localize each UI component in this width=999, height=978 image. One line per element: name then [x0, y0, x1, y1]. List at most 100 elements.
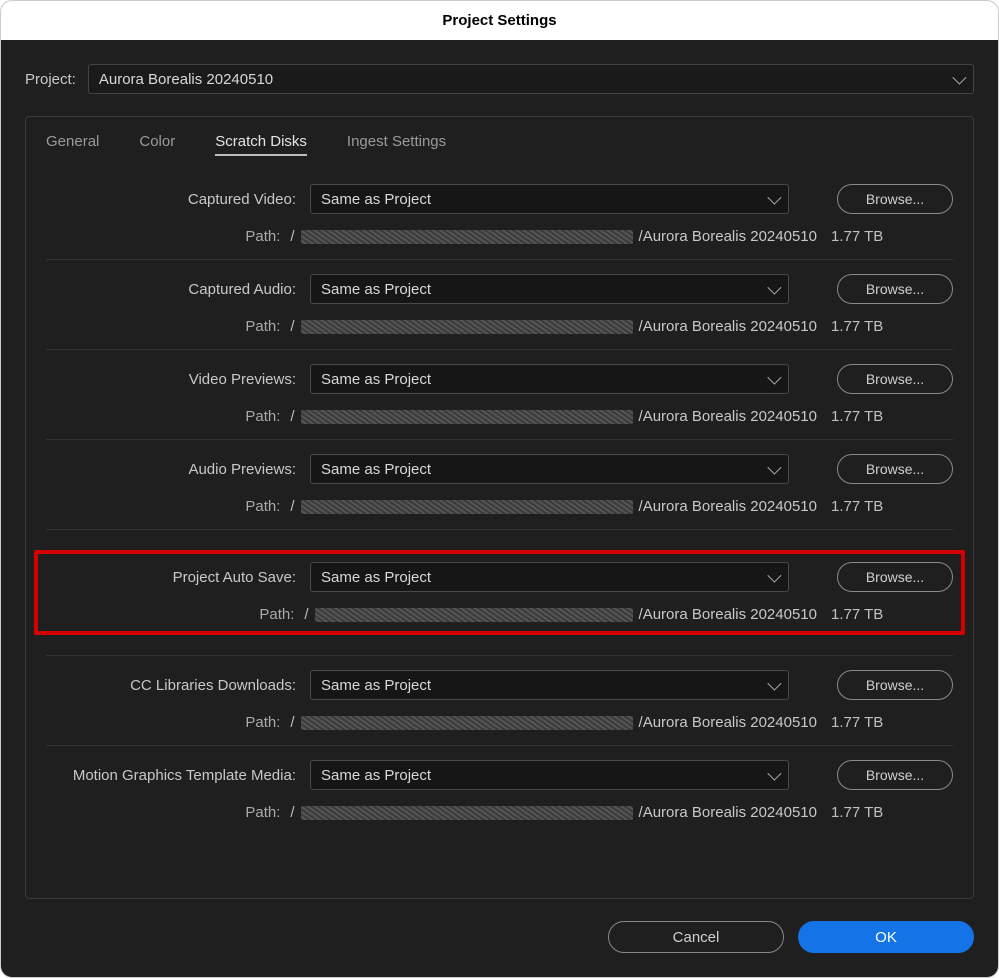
redacted-path-segment — [301, 410, 633, 424]
setting-row: CC Libraries Downloads: Same as Project Br… — [46, 670, 953, 700]
path-tail: /Aurora Borealis 20240510 — [639, 228, 817, 245]
browse-button[interactable]: Browse... — [837, 364, 953, 394]
tab-general[interactable]: General — [46, 133, 99, 156]
project-label: Project: — [25, 71, 76, 88]
location-select-value: Same as Project — [321, 191, 431, 208]
project-row: Project: Aurora Borealis 20240510 — [25, 64, 974, 94]
dialog-footer: Cancel OK — [25, 899, 974, 953]
location-select[interactable]: Same as Project — [310, 454, 789, 484]
chevron-down-icon — [767, 461, 781, 475]
redacted-path-segment — [301, 230, 633, 244]
scratch-section: Motion Graphics Template Media: Same as P… — [46, 745, 953, 835]
path-row: Path://Aurora Borealis 202405101.77 TB — [46, 408, 953, 425]
ok-button[interactable]: OK — [798, 921, 974, 953]
path-row: Path: / /Aurora Borealis 20240510 1.77 TB — [46, 228, 953, 245]
setting-row: Captured Audio:Same as ProjectBrowse... — [46, 274, 953, 304]
path-slash: / — [286, 408, 294, 425]
setting-row: Motion Graphics Template Media: Same as P… — [46, 760, 953, 790]
chevron-down-icon — [767, 191, 781, 205]
section-inner: Captured Audio:Same as ProjectBrowse...P… — [46, 274, 953, 335]
path-slash: / — [286, 804, 294, 821]
path-row: Path://Aurora Borealis 202405101.77 TB — [46, 498, 953, 515]
path-slash: / — [286, 318, 294, 335]
project-select[interactable]: Aurora Borealis 20240510 — [88, 64, 974, 94]
path-label: Path: — [46, 408, 280, 425]
location-select[interactable]: Same as Project — [310, 274, 789, 304]
browse-button[interactable]: Browse... — [837, 184, 953, 214]
setting-label: CC Libraries Downloads: — [46, 677, 296, 694]
chevron-down-icon — [767, 569, 781, 583]
setting-label: Motion Graphics Template Media: — [46, 767, 296, 784]
browse-button[interactable]: Browse... — [837, 454, 953, 484]
path-label: Path: — [46, 606, 294, 623]
setting-label: Captured Video: — [46, 191, 296, 208]
chevron-down-icon — [767, 371, 781, 385]
chevron-down-icon — [767, 281, 781, 295]
tabs: General Color Scratch Disks Ingest Setti… — [46, 117, 953, 170]
browse-button[interactable]: Browse... — [837, 562, 953, 592]
section-inner: Captured Video: Same as Project Browse... P… — [46, 184, 953, 245]
location-select[interactable]: Same as Project — [310, 184, 789, 214]
path-row: Path://Aurora Borealis 202405101.77 TB — [46, 804, 953, 821]
section-inner: Video Previews: Same as Project Browse... P… — [46, 364, 953, 425]
location-select-value: Same as Project — [321, 767, 431, 784]
path-slash: / — [286, 228, 294, 245]
setting-row: Audio Previews: Same as Project Browse... — [46, 454, 953, 484]
browse-button[interactable]: Browse... — [837, 760, 953, 790]
scratch-section: CC Libraries Downloads: Same as Project Br… — [46, 655, 953, 745]
project-select-value: Aurora Borealis 20240510 — [99, 71, 273, 88]
path-label: Path: — [46, 498, 280, 515]
setting-label: Video Previews: — [46, 371, 296, 388]
redacted-path-segment — [301, 500, 633, 514]
redacted-path-segment — [301, 716, 633, 730]
chevron-down-icon — [767, 767, 781, 781]
path-tail: /Aurora Borealis 20240510 — [639, 408, 817, 425]
disk-free-size: 1.77 TB — [831, 714, 901, 731]
location-select-value: Same as Project — [321, 461, 431, 478]
scratch-section: Project Auto Save: Same as Project Browse.… — [46, 529, 953, 655]
location-select-value: Same as Project — [321, 371, 431, 388]
browse-button[interactable]: Browse... — [837, 274, 953, 304]
path-slash: / — [286, 714, 294, 731]
section-inner: Audio Previews: Same as Project Browse... P… — [46, 454, 953, 515]
path-tail: /Aurora Borealis 20240510 — [639, 606, 817, 623]
disk-free-size: 1.77 TB — [831, 498, 901, 515]
path-label: Path: — [46, 714, 280, 731]
location-select[interactable]: Same as Project — [310, 670, 789, 700]
location-select[interactable]: Same as Project — [310, 562, 789, 592]
tab-color[interactable]: Color — [139, 133, 175, 156]
location-select[interactable]: Same as Project — [310, 760, 789, 790]
window-titlebar: Project Settings — [0, 0, 999, 40]
location-select-value: Same as Project — [321, 569, 431, 586]
disk-free-size: 1.77 TB — [831, 606, 901, 623]
highlighted-section: Project Auto Save: Same as Project Browse.… — [34, 550, 965, 635]
setting-row: Video Previews: Same as Project Browse... — [46, 364, 953, 394]
browse-button[interactable]: Browse... — [837, 670, 953, 700]
settings-panel: General Color Scratch Disks Ingest Setti… — [25, 116, 974, 899]
path-tail: /Aurora Borealis 20240510 — [639, 318, 817, 335]
setting-label: Project Auto Save: — [46, 569, 296, 586]
location-select-value: Same as Project — [321, 281, 431, 298]
cancel-button[interactable]: Cancel — [608, 921, 784, 953]
setting-label: Audio Previews: — [46, 461, 296, 478]
chevron-down-icon — [952, 71, 966, 85]
scratch-section: Captured Audio:Same as ProjectBrowse...P… — [46, 259, 953, 349]
redacted-path-segment — [301, 806, 633, 820]
location-select[interactable]: Same as Project — [310, 364, 789, 394]
location-select-value: Same as Project — [321, 677, 431, 694]
path-slash: / — [300, 606, 308, 623]
scratch-section: Audio Previews: Same as Project Browse... P… — [46, 439, 953, 529]
path-row: Path: / /Aurora Borealis 20240510 1.77 TB — [46, 606, 953, 623]
disk-free-size: 1.77 TB — [831, 228, 901, 245]
tab-scratch-disks[interactable]: Scratch Disks — [215, 133, 307, 156]
path-row: Path: / /Aurora Borealis 20240510 1.77 TB — [46, 714, 953, 731]
path-label: Path: — [46, 804, 280, 821]
path-tail: /Aurora Borealis 20240510 — [639, 804, 817, 821]
tab-ingest-settings[interactable]: Ingest Settings — [347, 133, 446, 156]
disk-free-size: 1.77 TB — [831, 318, 901, 335]
path-label: Path: — [46, 228, 280, 245]
path-row: Path://Aurora Borealis 202405101.77 TB — [46, 318, 953, 335]
path-tail: /Aurora Borealis 20240510 — [639, 714, 817, 731]
scratch-section: Video Previews: Same as Project Browse... P… — [46, 349, 953, 439]
setting-row: Captured Video: Same as Project Browse... — [46, 184, 953, 214]
